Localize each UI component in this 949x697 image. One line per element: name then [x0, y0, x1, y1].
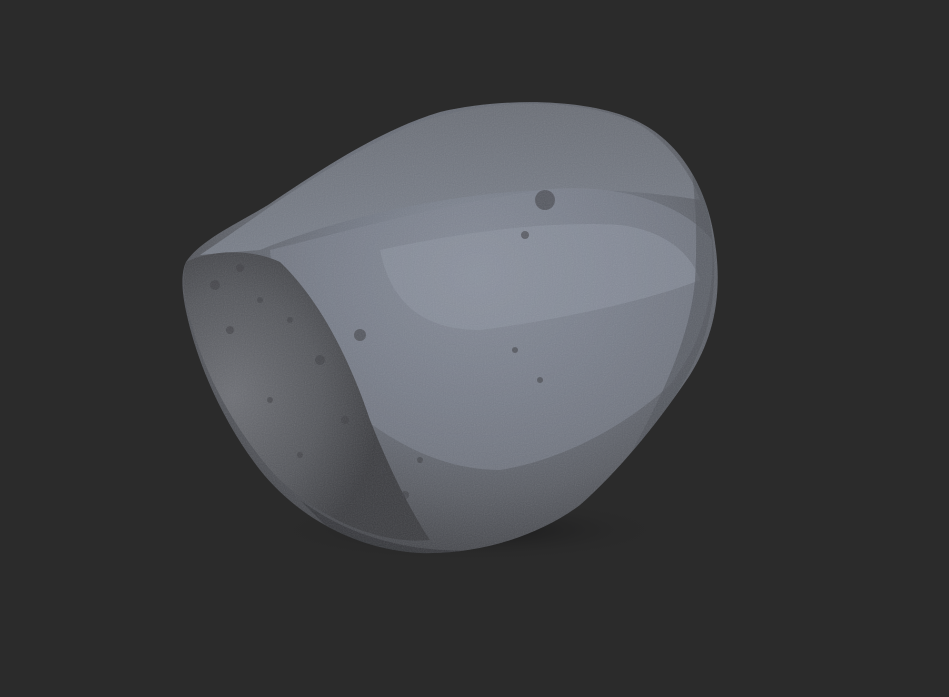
rock-mesh-render[interactable] — [0, 0, 949, 697]
viewport-canvas[interactable] — [0, 0, 949, 697]
rock-body — [182, 102, 718, 554]
